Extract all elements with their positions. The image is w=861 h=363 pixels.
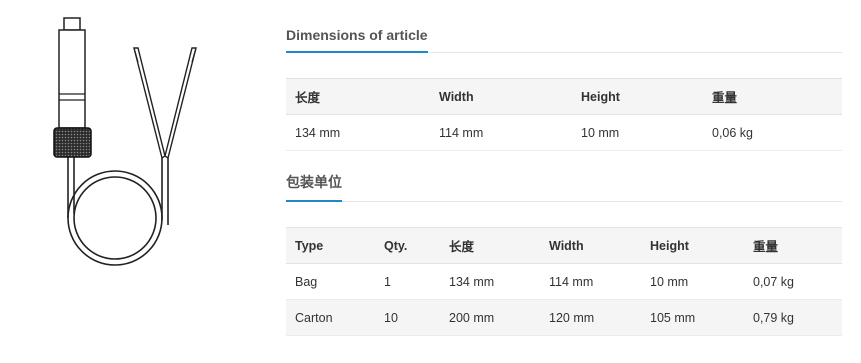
table-cell: 120 mm bbox=[540, 299, 641, 336]
table-cell: 114 mm bbox=[540, 263, 641, 300]
product-image bbox=[40, 10, 220, 290]
packaging-table: Type Qty. 长度 Width Height 重量 Bag 1 134 m… bbox=[286, 227, 842, 336]
table-cell: 134 mm bbox=[286, 114, 430, 151]
column-header: Width bbox=[540, 227, 641, 264]
table-cell: 105 mm bbox=[641, 299, 744, 336]
column-header: 长度 bbox=[440, 227, 540, 264]
table-row: Bag 1 134 mm 114 mm 10 mm 0,07 kg bbox=[286, 263, 842, 300]
table-cell: 10 mm bbox=[572, 114, 703, 151]
table-cell: Bag bbox=[286, 263, 375, 300]
column-header: Qty. bbox=[375, 227, 440, 264]
table-cell: 0,07 kg bbox=[744, 263, 842, 300]
table-cell: 10 mm bbox=[641, 263, 744, 300]
dimensions-table: 长度 Width Height 重量 134 mm 114 mm 10 mm 0… bbox=[286, 78, 842, 151]
table-cell: 114 mm bbox=[430, 114, 572, 151]
table-cell: 200 mm bbox=[440, 299, 540, 336]
table-cell: 1 bbox=[375, 263, 440, 300]
column-header: 重量 bbox=[703, 78, 842, 115]
column-header: Width bbox=[430, 78, 572, 115]
table-header-row: Type Qty. 长度 Width Height 重量 bbox=[286, 227, 842, 264]
table-cell: Carton bbox=[286, 299, 375, 336]
sensor-cable-icon bbox=[53, 17, 197, 266]
spec-panel: Dimensions of article 长度 Width Height 重量… bbox=[286, 0, 842, 336]
column-header: Height bbox=[572, 78, 703, 115]
table-row: 134 mm 114 mm 10 mm 0,06 kg bbox=[286, 114, 842, 151]
table-cell: 134 mm bbox=[440, 263, 540, 300]
column-header: Type bbox=[286, 227, 375, 264]
column-header: 重量 bbox=[744, 227, 842, 264]
packaging-title: 包装单位 bbox=[286, 172, 342, 202]
table-header-row: 长度 Width Height 重量 bbox=[286, 78, 842, 115]
table-cell: 0,06 kg bbox=[703, 114, 842, 151]
table-cell: 0,79 kg bbox=[744, 299, 842, 336]
dimensions-title: Dimensions of article bbox=[286, 27, 428, 53]
packaging-section: 包装单位 Type Qty. 长度 Width Height 重量 Bag 1 bbox=[286, 172, 842, 336]
table-cell: 10 bbox=[375, 299, 440, 336]
column-header: Height bbox=[641, 227, 744, 264]
dimensions-section: Dimensions of article 长度 Width Height 重量… bbox=[286, 27, 842, 151]
column-header: 长度 bbox=[286, 78, 430, 115]
table-row: Carton 10 200 mm 120 mm 105 mm 0,79 kg bbox=[286, 299, 842, 336]
